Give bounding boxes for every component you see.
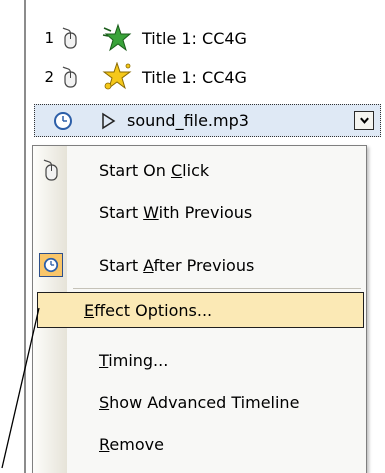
dropdown-button[interactable] xyxy=(354,111,374,130)
menu-item-start-after-previous[interactable]: Start After Previous xyxy=(35,247,364,283)
animation-number: 1 xyxy=(44,29,54,47)
menu-item-effect-options[interactable]: Effect Options... xyxy=(37,292,364,328)
animation-label: sound_file.mp3 xyxy=(127,111,249,130)
gold-star-burst-icon xyxy=(102,62,132,90)
chevron-down-icon xyxy=(359,117,369,124)
animation-label: Title 1: CC4G xyxy=(142,67,247,87)
animation-item[interactable]: 1 Title 1: CC4G xyxy=(38,22,368,54)
menu-separator xyxy=(73,288,361,289)
clock-icon xyxy=(54,111,72,130)
mouse-icon xyxy=(62,66,77,88)
menu-item-start-with-previous[interactable]: Start With Previous xyxy=(35,194,364,230)
custom-animation-pane: 1 Title 1: CC4G 2 Title 1: CC4G sound_fi… xyxy=(0,0,385,473)
checked-indicator xyxy=(39,253,63,277)
menu-item-label: Start On Click xyxy=(99,160,210,180)
animation-number: 2 xyxy=(44,68,54,86)
mouse-icon xyxy=(43,159,58,181)
play-triangle-icon xyxy=(102,112,116,129)
context-menu: Start On Click Start With Previous Start… xyxy=(32,145,367,473)
menu-item-label: Show Advanced Timeline xyxy=(99,392,300,412)
animation-label: Title 1: CC4G xyxy=(142,28,247,48)
menu-item-timing[interactable]: Timing... xyxy=(35,342,364,378)
green-star-icon xyxy=(102,23,132,52)
menu-item-show-advanced-timeline[interactable]: Show Advanced Timeline xyxy=(35,384,364,420)
menu-item-label: Start With Previous xyxy=(99,202,253,222)
menu-item-label: Start After Previous xyxy=(99,255,255,275)
clock-icon xyxy=(43,257,59,273)
menu-item-remove[interactable]: Remove xyxy=(35,426,364,462)
menu-item-label: Remove xyxy=(99,434,164,454)
mouse-icon xyxy=(62,27,77,49)
selected-animation-item[interactable]: sound_file.mp3 xyxy=(34,104,381,137)
animation-item[interactable]: 2 Title 1: CC4G xyxy=(38,61,368,93)
menu-item-start-on-click[interactable]: Start On Click xyxy=(35,152,364,188)
menu-item-label: Effect Options... xyxy=(84,300,213,320)
menu-item-label: Timing... xyxy=(99,350,169,370)
